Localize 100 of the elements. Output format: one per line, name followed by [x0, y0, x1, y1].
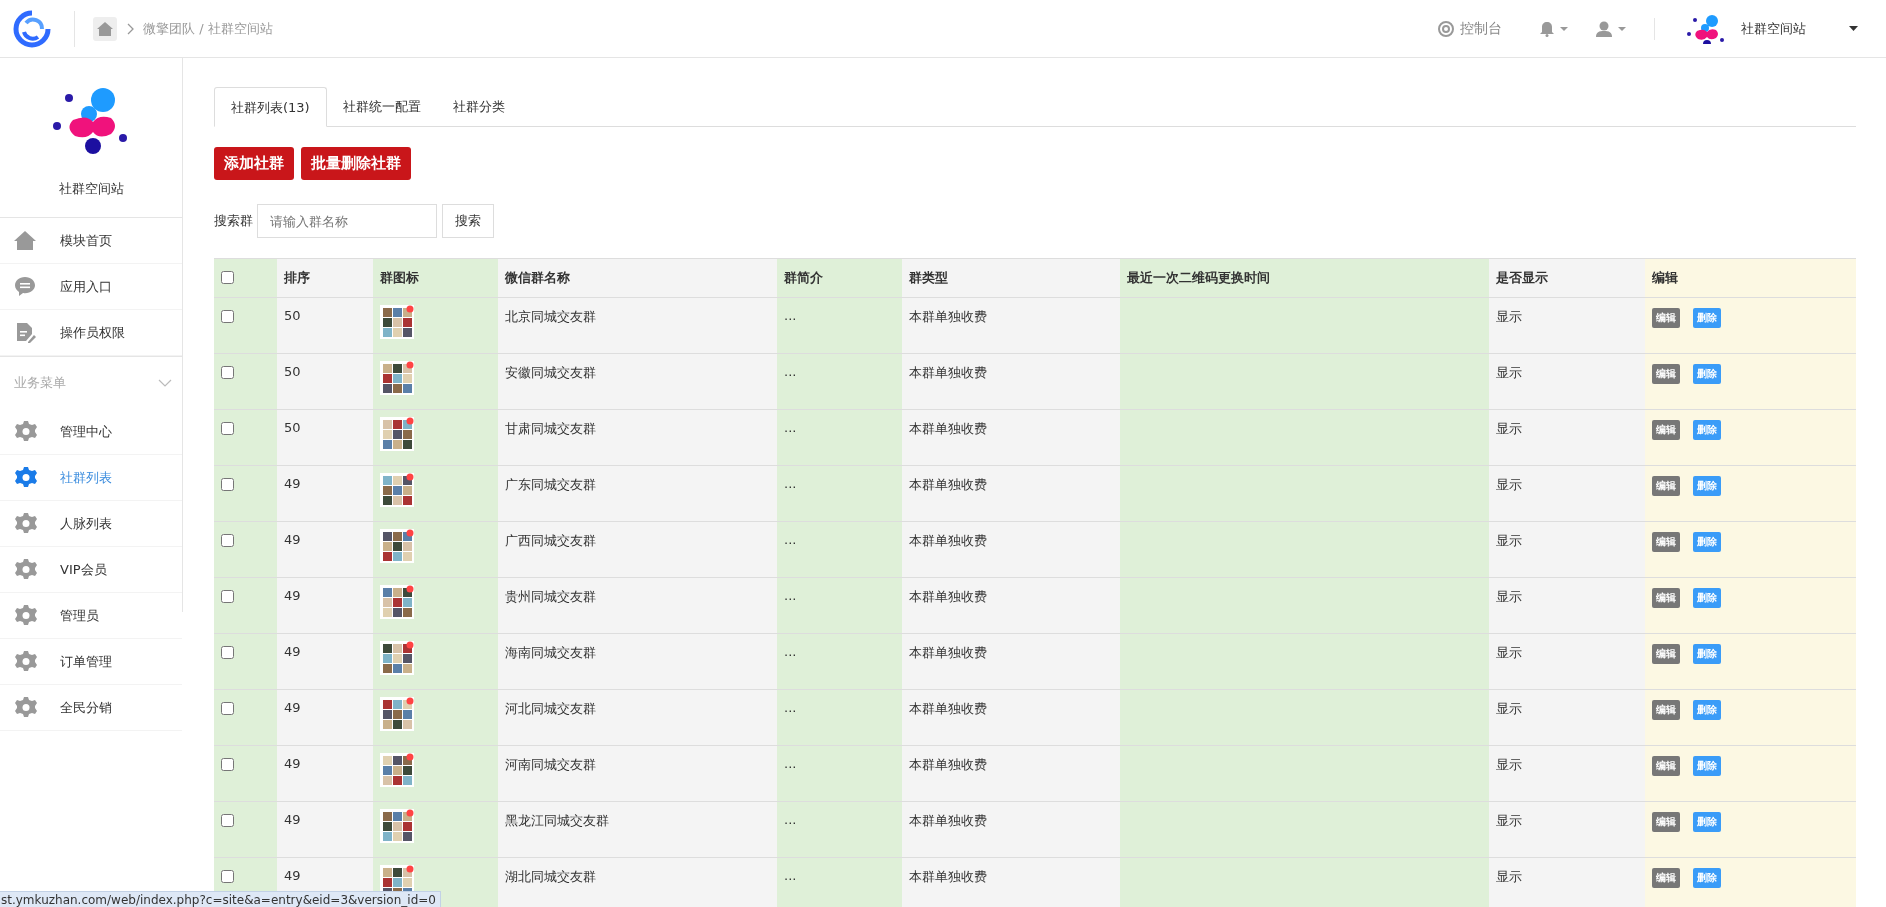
- sidebar-item[interactable]: 全民分销: [0, 685, 182, 731]
- table-cell: ...: [777, 745, 902, 802]
- sidebar-item[interactable]: 管理员: [0, 593, 182, 639]
- table-cell: 显示: [1489, 465, 1645, 522]
- checkbox[interactable]: [221, 271, 234, 284]
- edit-button[interactable]: 编辑: [1652, 700, 1680, 720]
- edit-button[interactable]: 编辑: [1652, 644, 1680, 664]
- gear-icon: [14, 604, 38, 627]
- sidebar-item[interactable]: 订单管理: [0, 639, 182, 685]
- edit-button[interactable]: 编辑: [1652, 868, 1680, 888]
- sidebar-item[interactable]: 人脉列表: [0, 501, 182, 547]
- chat-icon: [14, 275, 38, 298]
- gear-icon: [14, 420, 38, 443]
- delete-button[interactable]: 删除: [1693, 532, 1721, 552]
- table-cell: ...: [777, 633, 902, 690]
- delete-button[interactable]: 删除: [1693, 364, 1721, 384]
- delete-button[interactable]: 删除: [1693, 308, 1721, 328]
- table-cell: 显示: [1489, 857, 1645, 907]
- checkbox[interactable]: [221, 702, 234, 715]
- table-cell: 本群单独收费: [902, 409, 1120, 466]
- edit-button[interactable]: 编辑: [1652, 756, 1680, 776]
- table-cell: 49: [277, 801, 373, 858]
- edit-button[interactable]: 编辑: [1652, 308, 1680, 328]
- edit-button[interactable]: 编辑: [1652, 532, 1680, 552]
- chevron-right-icon: [127, 22, 135, 35]
- table-cell: 北京同城交友群: [498, 297, 777, 354]
- table-cell: 显示: [1489, 577, 1645, 634]
- notifications-button[interactable]: [1540, 20, 1568, 37]
- edit-button[interactable]: 编辑: [1652, 476, 1680, 496]
- sidebar-item[interactable]: 管理中心: [0, 409, 182, 455]
- site-logo: [1687, 13, 1727, 44]
- edit-button[interactable]: 编辑: [1652, 588, 1680, 608]
- console-link[interactable]: 控制台: [1438, 19, 1502, 38]
- checkbox[interactable]: [221, 310, 234, 323]
- column-header: 群图标: [373, 258, 498, 298]
- delete-button[interactable]: 删除: [1693, 812, 1721, 832]
- gear-icon: [14, 650, 38, 673]
- checkbox[interactable]: [221, 478, 234, 491]
- caret-down-icon: [1560, 26, 1568, 31]
- table-cell: 本群单独收费: [902, 633, 1120, 690]
- table-cell: ...: [777, 353, 902, 410]
- table-cell: 贵州同城交友群: [498, 577, 777, 634]
- checkbox[interactable]: [221, 870, 234, 883]
- user-button[interactable]: [1596, 20, 1626, 37]
- sidebar-item[interactable]: VIP会员: [0, 547, 182, 593]
- edit-button[interactable]: 编辑: [1652, 364, 1680, 384]
- delete-button[interactable]: 删除: [1693, 588, 1721, 608]
- gear-icon: [14, 466, 38, 489]
- tab[interactable]: 社群列表(13): [214, 87, 327, 127]
- sidebar-item[interactable]: 应用入口: [0, 264, 182, 310]
- delete-button[interactable]: 删除: [1693, 868, 1721, 888]
- tab[interactable]: 社群统一配置: [326, 87, 437, 126]
- breadcrumb[interactable]: 微擎团队 / 社群空间站: [143, 19, 273, 38]
- checkbox[interactable]: [221, 534, 234, 547]
- table-cell: 湖北同城交友群: [498, 857, 777, 907]
- logo: [12, 8, 52, 49]
- table-cell: 50: [277, 297, 373, 354]
- delete-button[interactable]: 删除: [1693, 476, 1721, 496]
- table-cell: ...: [777, 521, 902, 578]
- table-cell: ...: [777, 465, 902, 522]
- delete-button[interactable]: 删除: [1693, 644, 1721, 664]
- edit-button[interactable]: 编辑: [1652, 812, 1680, 832]
- checkbox[interactable]: [221, 646, 234, 659]
- bell-icon: [1540, 20, 1554, 37]
- home-icon: [14, 229, 38, 252]
- delete-button[interactable]: 删除: [1693, 700, 1721, 720]
- table-cell: 本群单独收费: [902, 689, 1120, 746]
- sidebar-item[interactable]: 社群列表: [0, 455, 182, 501]
- checkbox[interactable]: [221, 590, 234, 603]
- table-cell: 显示: [1489, 297, 1645, 354]
- site-switcher[interactable]: 社群空间站: [1687, 13, 1858, 44]
- checkbox[interactable]: [221, 366, 234, 379]
- table-cell: 海南同城交友群: [498, 633, 777, 690]
- tab[interactable]: 社群分类: [436, 87, 521, 126]
- column-header: 微信群名称: [498, 258, 777, 298]
- home-icon: [97, 21, 113, 36]
- column-header: 群类型: [902, 258, 1120, 298]
- delete-button[interactable]: 删除: [1693, 756, 1721, 776]
- checkbox[interactable]: [221, 758, 234, 771]
- table-cell: 显示: [1489, 689, 1645, 746]
- table-cell: 河北同城交友群: [498, 689, 777, 746]
- menu-section[interactable]: 业务菜单: [0, 357, 182, 409]
- delete-button[interactable]: 删除: [1693, 420, 1721, 440]
- home-button[interactable]: [93, 16, 117, 41]
- gear-icon: [14, 696, 38, 719]
- column-header: 排序: [277, 258, 373, 298]
- column-header: 编辑: [1645, 258, 1856, 298]
- sidebar-item[interactable]: 模块首页: [0, 218, 182, 264]
- checkbox[interactable]: [221, 814, 234, 827]
- search-field[interactable]: 请输入群名称: [257, 204, 437, 238]
- search-button[interactable]: 搜索: [442, 204, 494, 238]
- column-header: 最近一次二维码更换时间: [1120, 258, 1489, 298]
- table-cell: 显示: [1489, 409, 1645, 466]
- edit-button[interactable]: 编辑: [1652, 420, 1680, 440]
- table-cell: 49: [277, 521, 373, 578]
- add-button[interactable]: 添加社群: [214, 147, 294, 180]
- table-cell: 广东同城交友群: [498, 465, 777, 522]
- checkbox[interactable]: [221, 422, 234, 435]
- table-cell: ...: [777, 297, 902, 354]
- batch-delete-button[interactable]: 批量删除社群: [301, 147, 411, 180]
